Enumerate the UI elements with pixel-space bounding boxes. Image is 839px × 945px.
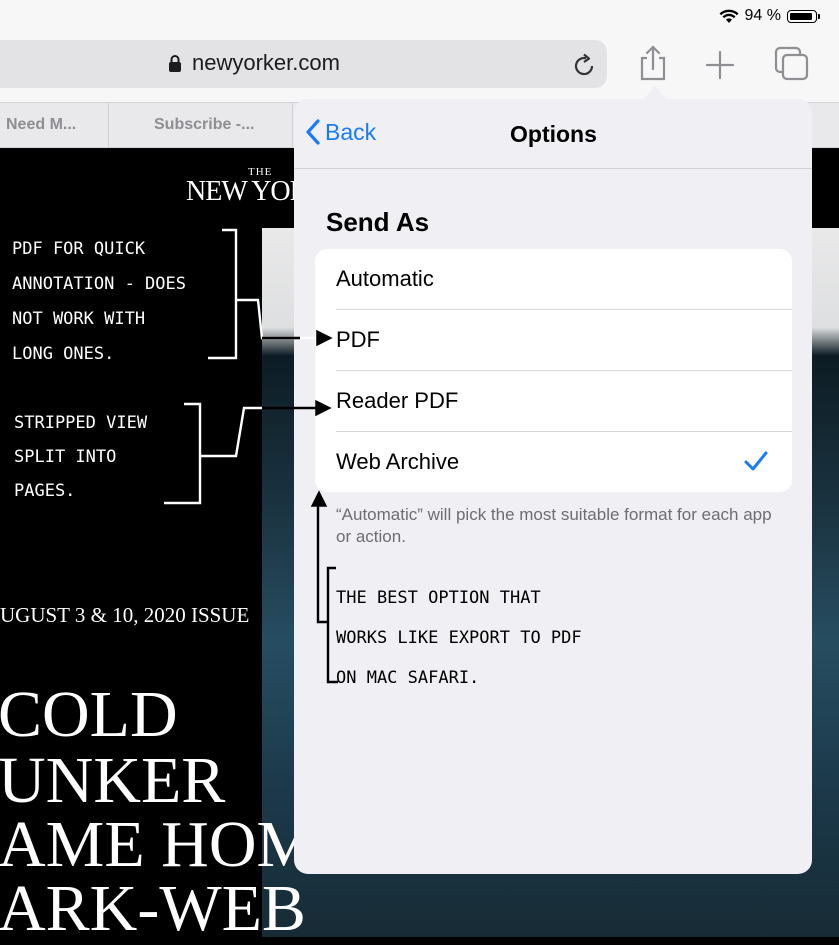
arrow-head-pdf [316, 329, 333, 347]
bracket-archive-note [326, 566, 338, 684]
bracket-reader-note [164, 402, 202, 505]
arrow-line-reader [200, 406, 262, 458]
arrow-line-pdf [236, 298, 325, 340]
annotation-strokes [164, 228, 338, 684]
arrow-line-archive [316, 500, 328, 624]
arrow-head-archive [310, 490, 328, 507]
arrow-head-reader [315, 399, 332, 417]
bracket-pdf-note [208, 228, 238, 360]
